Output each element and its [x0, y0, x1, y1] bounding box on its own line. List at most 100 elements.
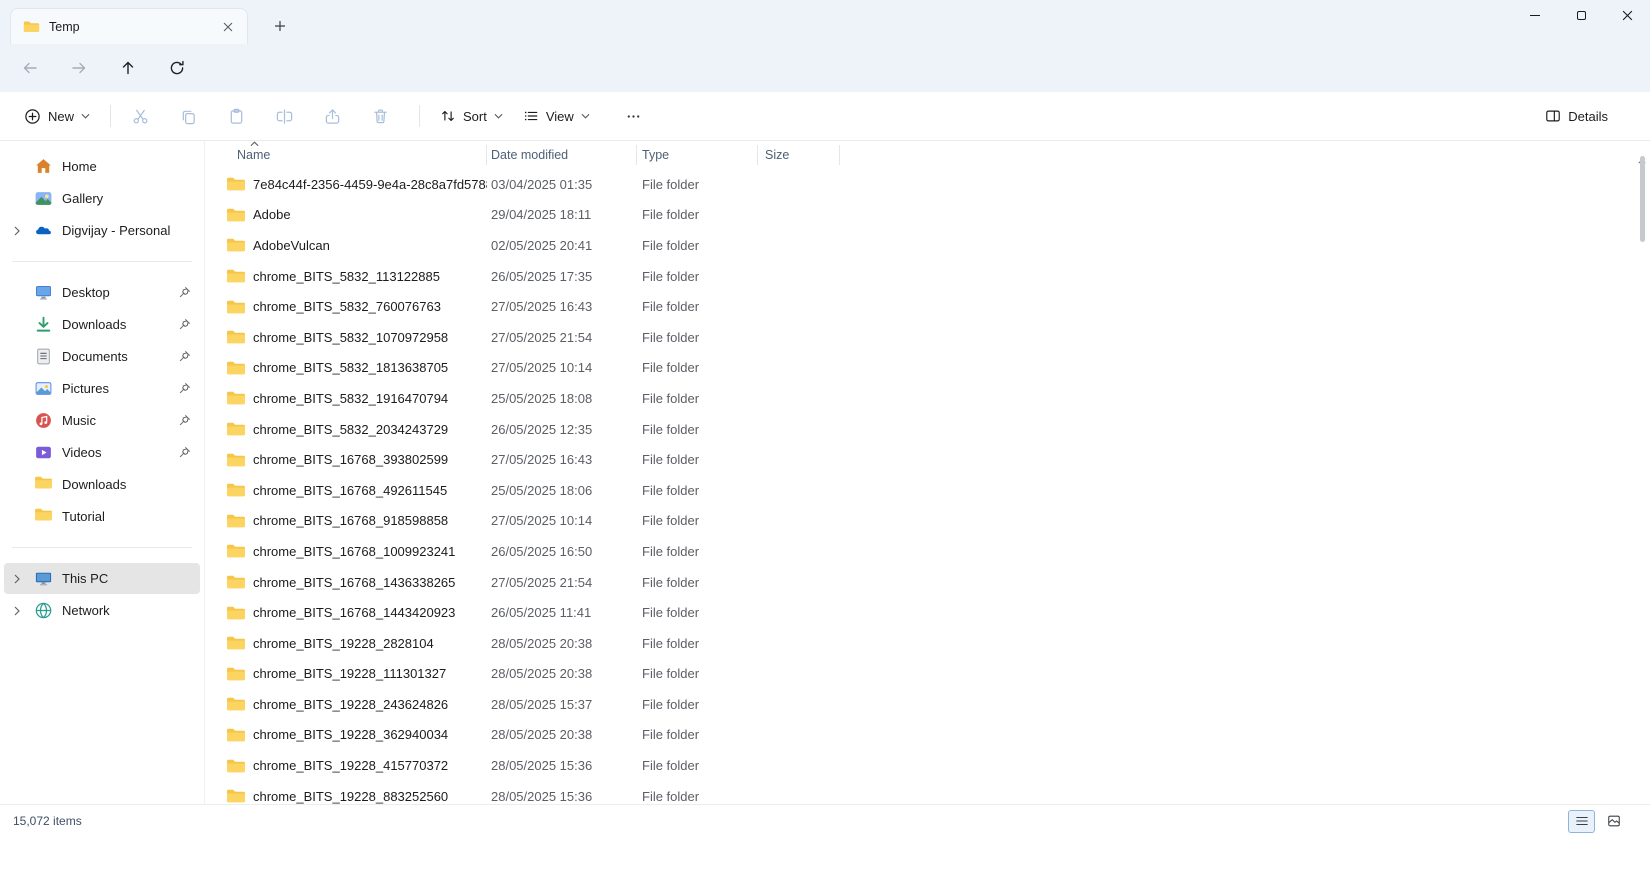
- sort-button[interactable]: Sort: [430, 101, 513, 131]
- file-row[interactable]: 7e84c44f-2356-4459-9e4a-28c8a7fd5788... …: [220, 169, 1650, 200]
- chevron-right-icon[interactable]: [14, 606, 27, 616]
- refresh-button[interactable]: [158, 51, 196, 85]
- forward-button[interactable]: [60, 51, 98, 85]
- chevron-right-icon[interactable]: [14, 226, 27, 236]
- close-button[interactable]: [1604, 0, 1650, 31]
- share-button[interactable]: [313, 99, 352, 133]
- file-row[interactable]: chrome_BITS_5832_1813638705 27/05/2025 1…: [220, 353, 1650, 384]
- file-row[interactable]: chrome_BITS_19228_362940034 28/05/2025 2…: [220, 720, 1650, 751]
- sidebar-item-desktop[interactable]: Desktop: [4, 277, 200, 308]
- minimize-button[interactable]: [1512, 0, 1558, 31]
- file-type: File folder: [637, 666, 758, 681]
- file-list-pane: Name Date modified Type Size 7e84c44f-23…: [206, 141, 1650, 804]
- sidebar-item-label: Digvijay - Personal: [62, 223, 178, 238]
- file-row[interactable]: chrome_BITS_19228_2828104 28/05/2025 20:…: [220, 628, 1650, 659]
- sidebar-item-videos[interactable]: Videos: [4, 437, 200, 468]
- file-row[interactable]: chrome_BITS_19228_883252560 28/05/2025 1…: [220, 781, 1650, 804]
- sort-button-label: Sort: [463, 109, 487, 124]
- rename-button[interactable]: [265, 99, 304, 133]
- cut-button[interactable]: [121, 99, 160, 133]
- gallery-icon: [34, 189, 53, 208]
- sidebar-item-tutorial[interactable]: Tutorial: [4, 501, 200, 532]
- copy-button[interactable]: [169, 99, 208, 133]
- vertical-scrollbar[interactable]: [1638, 144, 1648, 804]
- file-row[interactable]: chrome_BITS_16768_1436338265 27/05/2025 …: [220, 567, 1650, 598]
- file-row[interactable]: chrome_BITS_16768_393802599 27/05/2025 1…: [220, 444, 1650, 475]
- file-row[interactable]: Adobe 29/04/2025 18:11 File folder: [220, 200, 1650, 231]
- sidebar-item-digvijay-personal[interactable]: Digvijay - Personal: [4, 215, 200, 246]
- delete-button[interactable]: [361, 99, 400, 133]
- tab-title: Temp: [49, 20, 217, 34]
- sidebar-item-downloads[interactable]: Downloads: [4, 309, 200, 340]
- details-button-label: Details: [1568, 109, 1608, 124]
- sidebar-item-music[interactable]: Music: [4, 405, 200, 436]
- file-row[interactable]: chrome_BITS_5832_113122885 26/05/2025 17…: [220, 261, 1650, 292]
- sidebar-item-gallery[interactable]: Gallery: [4, 183, 200, 214]
- new-plus-icon: [24, 108, 41, 125]
- details-view-icon: [1575, 814, 1589, 828]
- file-row[interactable]: chrome_BITS_5832_2034243729 26/05/2025 1…: [220, 414, 1650, 445]
- new-button[interactable]: New: [14, 101, 100, 132]
- file-type: File folder: [637, 422, 758, 437]
- more-options-button[interactable]: [614, 99, 653, 133]
- folder-icon: [34, 475, 53, 494]
- file-list: 7e84c44f-2356-4459-9e4a-28c8a7fd5788... …: [220, 169, 1650, 804]
- sidebar-item-documents[interactable]: Documents: [4, 341, 200, 372]
- file-name: chrome_BITS_5832_1813638705: [253, 360, 448, 375]
- details-view-toggle[interactable]: [1568, 810, 1595, 833]
- file-name: chrome_BITS_16768_1009923241: [253, 544, 455, 559]
- file-date-modified: 27/05/2025 10:14: [487, 513, 637, 528]
- thumbnails-view-toggle[interactable]: [1600, 810, 1627, 833]
- new-tab-button[interactable]: [268, 14, 292, 38]
- sidebar-item-network[interactable]: Network: [4, 595, 200, 626]
- file-name: chrome_BITS_5832_113122885: [253, 269, 440, 284]
- sidebar-item-pictures[interactable]: Pictures: [4, 373, 200, 404]
- file-date-modified: 02/05/2025 20:41: [487, 238, 637, 253]
- file-row[interactable]: chrome_BITS_19228_111301327 28/05/2025 2…: [220, 659, 1650, 690]
- toolbar-separator: [419, 105, 420, 127]
- network-icon: [34, 601, 53, 620]
- folder-icon: [226, 543, 246, 559]
- view-button[interactable]: View: [513, 101, 600, 131]
- file-row[interactable]: chrome_BITS_16768_918598858 27/05/2025 1…: [220, 506, 1650, 537]
- file-type: File folder: [637, 207, 758, 222]
- tab-close-icon[interactable]: [217, 16, 239, 38]
- maximize-button[interactable]: [1558, 0, 1604, 31]
- tab-temp[interactable]: Temp: [10, 8, 248, 44]
- file-name: 7e84c44f-2356-4459-9e4a-28c8a7fd5788...: [253, 177, 487, 192]
- sidebar-item-home[interactable]: Home: [4, 151, 200, 182]
- file-row[interactable]: chrome_BITS_5832_1916470794 25/05/2025 1…: [220, 383, 1650, 414]
- scrollbar-thumb[interactable]: [1640, 156, 1645, 242]
- folder-icon: [226, 237, 246, 253]
- column-header-date-modified[interactable]: Date modified: [487, 145, 637, 165]
- file-row[interactable]: chrome_BITS_19228_243624826 28/05/2025 1…: [220, 689, 1650, 720]
- file-row[interactable]: chrome_BITS_19228_415770372 28/05/2025 1…: [220, 750, 1650, 781]
- folder-icon: [226, 329, 246, 345]
- column-header-type[interactable]: Type: [637, 145, 758, 165]
- file-date-modified: 28/05/2025 20:38: [487, 666, 637, 681]
- column-header-size[interactable]: Size: [758, 145, 840, 165]
- sidebar-item-label: Desktop: [62, 285, 178, 300]
- file-row[interactable]: chrome_BITS_16768_492611545 25/05/2025 1…: [220, 475, 1650, 506]
- sidebar-item-this-pc[interactable]: This PC: [4, 563, 200, 594]
- file-row[interactable]: chrome_BITS_5832_1070972958 27/05/2025 2…: [220, 322, 1650, 353]
- file-row[interactable]: AdobeVulcan 02/05/2025 20:41 File folder: [220, 230, 1650, 261]
- close-icon: [1622, 10, 1633, 21]
- back-button[interactable]: [11, 51, 49, 85]
- file-row[interactable]: chrome_BITS_16768_1443420923 26/05/2025 …: [220, 597, 1650, 628]
- chevron-right-icon[interactable]: [14, 574, 27, 584]
- folder-icon: [226, 758, 246, 774]
- file-row[interactable]: chrome_BITS_16768_1009923241 26/05/2025 …: [220, 536, 1650, 567]
- column-header-name[interactable]: Name: [220, 145, 487, 165]
- paste-button[interactable]: [217, 99, 256, 133]
- details-pane-button[interactable]: Details: [1535, 101, 1618, 131]
- back-icon: [22, 60, 38, 76]
- up-button[interactable]: [109, 51, 147, 85]
- file-name: chrome_BITS_16768_1443420923: [253, 605, 455, 620]
- folder-icon: [226, 482, 246, 498]
- folder-icon: [226, 390, 246, 406]
- documents-icon: [34, 347, 53, 366]
- file-type: File folder: [637, 636, 758, 651]
- sidebar-item-downloads[interactable]: Downloads: [4, 469, 200, 500]
- file-row[interactable]: chrome_BITS_5832_760076763 27/05/2025 16…: [220, 291, 1650, 322]
